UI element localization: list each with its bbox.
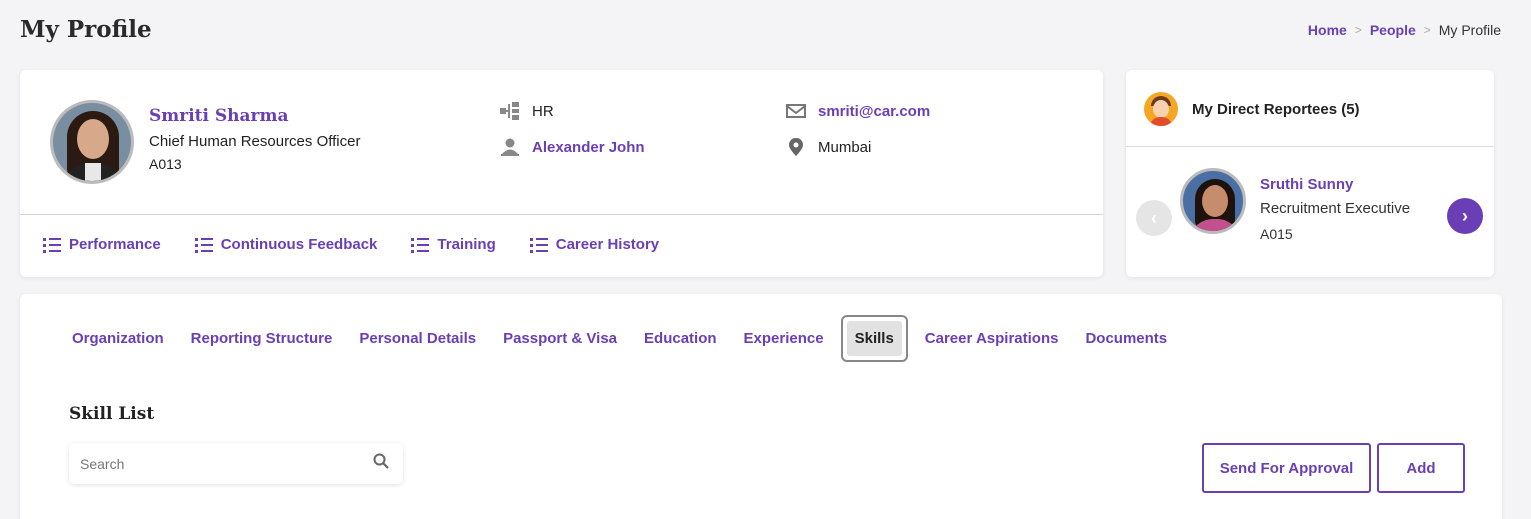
- breadcrumb-separator: >: [1354, 23, 1362, 37]
- tab-experience[interactable]: Experience: [744, 330, 824, 347]
- breadcrumb: Home > People > My Profile: [1308, 22, 1501, 38]
- profile-tabs: Organization Reporting Structure Persona…: [72, 315, 1167, 362]
- mail-icon: [786, 102, 806, 120]
- location-label: Mumbai: [818, 138, 872, 156]
- tab-reporting-structure[interactable]: Reporting Structure: [191, 330, 333, 347]
- list-icon: [529, 237, 548, 253]
- direct-reportees-card: My Direct Reportees (5) ‹ Sruthi Sunny R…: [1126, 70, 1494, 277]
- search-input[interactable]: [80, 455, 360, 472]
- tab-skills[interactable]: Skills: [846, 321, 902, 356]
- list-icon: [411, 237, 430, 253]
- user-icon: [500, 138, 520, 156]
- send-for-approval-button[interactable]: Send For Approval: [1202, 443, 1371, 493]
- profile-quick-links: Performance Continuous Feedback Training…: [43, 236, 659, 253]
- email-link[interactable]: smriti@car.com: [818, 103, 930, 120]
- tab-education[interactable]: Education: [644, 330, 717, 347]
- training-link[interactable]: Training: [411, 236, 496, 253]
- search-icon[interactable]: [373, 453, 389, 474]
- reportees-avatar-icon: [1144, 92, 1178, 126]
- reportee-avatar: [1180, 168, 1246, 234]
- profile-department: HR: [500, 102, 554, 120]
- profile-divider: [20, 214, 1103, 215]
- career-history-link[interactable]: Career History: [529, 236, 660, 253]
- chevron-right-icon: ›: [1462, 205, 1468, 226]
- career-history-link-label: Career History: [555, 236, 660, 253]
- profile-location: Mumbai: [786, 138, 871, 156]
- org-chart-icon: [500, 102, 520, 120]
- performance-link-label: Performance: [69, 236, 161, 253]
- breadcrumb-current: My Profile: [1438, 22, 1501, 38]
- chevron-left-icon: ‹: [1151, 207, 1157, 228]
- department-label: HR: [532, 102, 554, 120]
- reportee-employee-id: A015: [1260, 226, 1293, 242]
- reportees-divider: [1126, 146, 1494, 147]
- list-icon: [194, 237, 213, 253]
- page-title: My Profile: [20, 16, 152, 43]
- profile-job-title: Chief Human Resources Officer: [149, 133, 361, 150]
- list-icon: [43, 237, 61, 253]
- profile-card: Smriti Sharma Chief Human Resources Offi…: [20, 70, 1103, 277]
- reportees-heading: My Direct Reportees (5): [1192, 100, 1360, 118]
- continuous-feedback-link-label: Continuous Feedback: [220, 236, 378, 253]
- profile-details-card: Organization Reporting Structure Persona…: [20, 294, 1502, 519]
- tab-personal-details[interactable]: Personal Details: [359, 330, 476, 347]
- profile-name[interactable]: Smriti Sharma: [149, 106, 289, 126]
- next-reportee-button[interactable]: ›: [1447, 198, 1483, 234]
- tab-skills-focus-ring: Skills: [840, 315, 908, 362]
- continuous-feedback-link[interactable]: Continuous Feedback: [194, 236, 378, 253]
- reportees-header: My Direct Reportees (5): [1144, 92, 1360, 126]
- reportee-role: Recruitment Executive: [1260, 200, 1411, 217]
- profile-avatar: [50, 100, 134, 184]
- previous-reportee-button[interactable]: ‹: [1136, 200, 1172, 236]
- add-skill-button[interactable]: Add: [1377, 443, 1465, 493]
- tab-organization[interactable]: Organization: [72, 330, 164, 347]
- profile-email: smriti@car.com: [786, 102, 930, 120]
- breadcrumb-separator: >: [1423, 23, 1431, 37]
- training-link-label: Training: [437, 236, 496, 253]
- tab-passport-visa[interactable]: Passport & Visa: [503, 330, 617, 347]
- profile-manager: Alexander John: [500, 138, 645, 156]
- manager-link[interactable]: Alexander John: [532, 139, 645, 156]
- skill-search: [69, 443, 403, 484]
- profile-employee-id: A013: [149, 156, 182, 172]
- reportee-name[interactable]: Sruthi Sunny: [1260, 176, 1353, 193]
- breadcrumb-people-link[interactable]: People: [1370, 22, 1416, 38]
- breadcrumb-home-link[interactable]: Home: [1308, 22, 1347, 38]
- tab-documents[interactable]: Documents: [1085, 330, 1167, 347]
- performance-link[interactable]: Performance: [43, 236, 161, 253]
- location-pin-icon: [786, 138, 806, 156]
- tab-career-aspirations[interactable]: Career Aspirations: [925, 330, 1059, 347]
- skill-list-title: Skill List: [69, 404, 155, 424]
